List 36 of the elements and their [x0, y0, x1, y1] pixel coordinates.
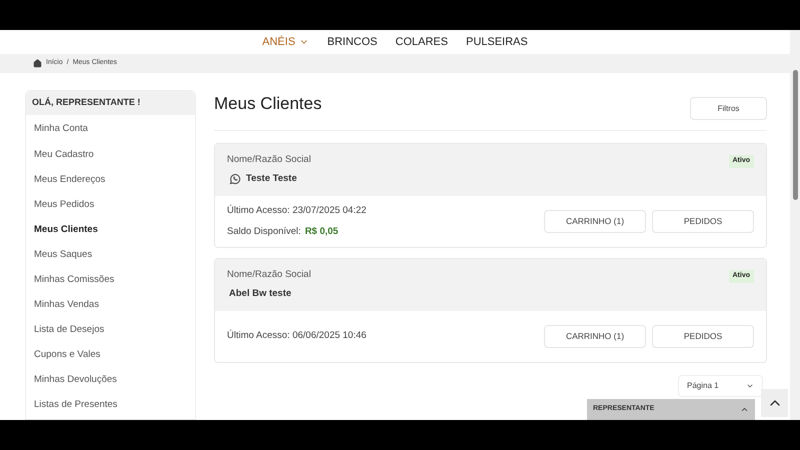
sidebar-item[interactable]: Meus Endereços: [26, 167, 195, 192]
sidebar-item[interactable]: Minhas Devoluções: [26, 368, 195, 394]
home-icon: [33, 59, 42, 68]
balance-label: Saldo Disponível:: [227, 224, 301, 238]
balance-value: R$ 0,05: [304, 224, 338, 238]
orders-button[interactable]: PEDIDOS: [652, 210, 754, 233]
sidebar-item[interactable]: Minhas Vendas: [26, 292, 195, 318]
cart-button[interactable]: CARRINHO (1): [544, 210, 646, 233]
sidebar-item[interactable]: Meus Clientes: [26, 217, 195, 242]
scroll-top-button[interactable]: [761, 389, 788, 417]
sidebar-item[interactable]: Meus Saques: [26, 242, 195, 268]
sidebar-item[interactable]: Minha Conta: [26, 117, 195, 142]
sidebar-item[interactable]: Meus Pedidos: [26, 192, 195, 218]
nav-link[interactable]: COLARES: [395, 34, 448, 50]
sidebar-item[interactable]: Minhas Comissões: [26, 268, 195, 293]
sidebar-item[interactable]: Meu Cadastro: [26, 142, 195, 168]
page-title: Meus Clientes: [214, 93, 322, 115]
caret-icon: [746, 382, 754, 390]
field-label: Nome/Razão Social: [227, 268, 311, 282]
last-access: Último Acesso: 06/06/2025 10:46: [227, 329, 366, 344]
sidebar-item[interactable]: Listas de Presentes: [26, 393, 195, 418]
sidebar-item[interactable]: Lista de Desejos: [26, 318, 195, 343]
sidebar-item[interactable]: Cupons e Vales: [26, 342, 195, 368]
client-name: Abel Bw teste: [229, 287, 292, 302]
orders-button[interactable]: PEDIDOS: [652, 325, 754, 348]
last-access: Último Acesso: 23/07/2025 04:22: [227, 204, 366, 218]
nav-link[interactable]: PULSEIRAS: [466, 34, 528, 50]
cart-button[interactable]: CARRINHO (1): [544, 325, 646, 348]
nav-link[interactable]: ANÉIS: [262, 34, 310, 50]
chevron-icon: [740, 405, 749, 414]
filter-button[interactable]: Filtros: [690, 97, 767, 120]
sidebar-title: OLÁ, REPRESENTANTE !: [26, 91, 195, 115]
nav-link[interactable]: BRINCOS: [327, 34, 378, 50]
field-label: Nome/Razão Social: [227, 153, 311, 167]
client-name: Teste Teste: [246, 172, 297, 186]
whatsapp-icon: [229, 173, 241, 186]
